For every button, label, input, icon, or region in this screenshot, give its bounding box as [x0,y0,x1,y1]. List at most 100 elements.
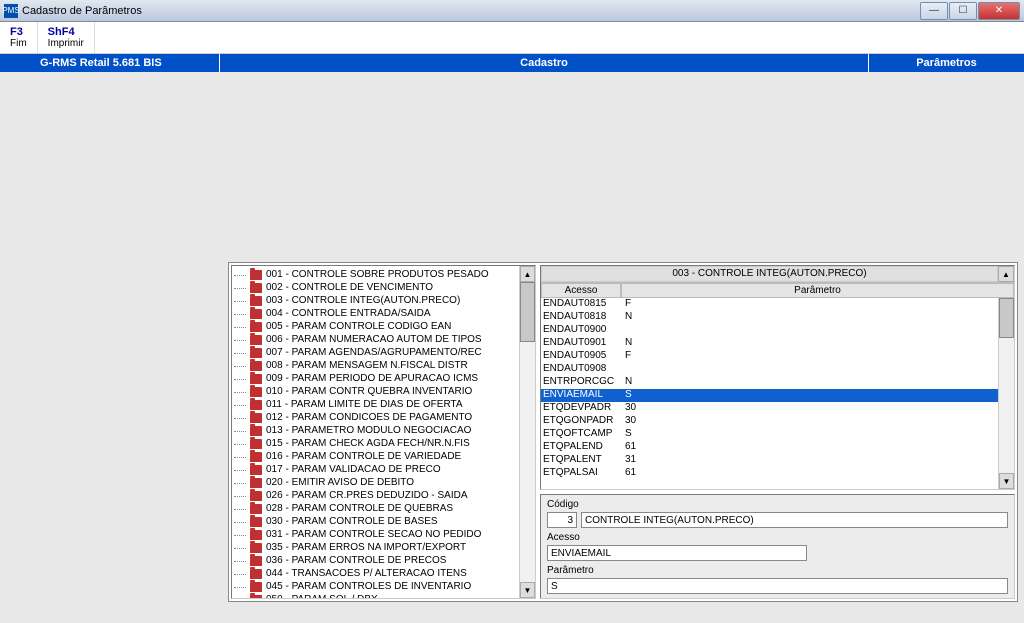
grid-scrollbar[interactable]: ▼ [998,298,1014,489]
tree-item[interactable]: 006 - PARAM NUMERACAO AUTOM DE TIPOS [232,333,519,346]
grid-row[interactable]: ETQOFTCAMPS [541,428,998,441]
shortcut-fim[interactable]: F3 Fim [0,22,38,53]
scroll-track[interactable] [999,298,1014,473]
tree-item[interactable]: 028 - PARAM CONTROLE DE QUEBRAS [232,502,519,515]
tree-item[interactable]: 050 - PARAM SQL / DBX [232,593,519,598]
folder-icon [250,556,262,566]
app-icon: PMS [4,4,18,18]
grid-row[interactable]: ETQDEVPADR30 [541,402,998,415]
tree-item[interactable]: 008 - PARAM MENSAGEM N.FISCAL DISTR [232,359,519,372]
cell-parametro [621,363,998,376]
tree-item[interactable]: 016 - PARAM CONTROLE DE VARIEDADE [232,450,519,463]
tree-item[interactable]: 031 - PARAM CONTROLE SECAO NO PEDIDO [232,528,519,541]
scroll-thumb[interactable] [520,282,535,342]
header-right: Parâmetros [869,54,1024,72]
grid-row[interactable]: ENDAUT0908 [541,363,998,376]
tree-scrollbar[interactable]: ▲ ▼ [519,266,535,598]
titlebar: PMS Cadastro de Parâmetros — ☐ ✕ [0,0,1024,22]
row-acesso [547,545,1008,561]
cell-acesso: ETQDEVPADR [541,402,621,415]
scroll-track[interactable] [520,282,535,582]
grid-rows[interactable]: ENDAUT0815FENDAUT0818NENDAUT0900ENDAUT09… [541,298,998,489]
close-button[interactable]: ✕ [978,2,1020,20]
grid-row[interactable]: ENDAUT0900 [541,324,998,337]
col-header-parametro[interactable]: Parâmetro [621,283,1014,298]
tree-item[interactable]: 026 - PARAM CR.PRES DEDUZIDO - SAIDA [232,489,519,502]
scroll-down-button[interactable]: ▼ [520,582,535,598]
grid-scroll-up[interactable]: ▲ [998,266,1014,282]
tree-item[interactable]: 004 - CONTROLE ENTRADA/SAIDA [232,307,519,320]
tree-item-label: 012 - PARAM CONDICOES DE PAGAMENTO [266,412,472,423]
right-column: 003 - CONTROLE INTEG(AUTON.PRECO) ▲ Aces… [540,265,1015,599]
scroll-down-button[interactable]: ▼ [999,473,1014,489]
tree-item-label: 002 - CONTROLE DE VENCIMENTO [266,282,433,293]
cell-parametro [621,324,998,337]
cell-acesso: ENDAUT0815 [541,298,621,311]
window-buttons: — ☐ ✕ [920,2,1020,20]
tree-item[interactable]: 013 - PARAMETRO MODULO NEGOCIACAO [232,424,519,437]
tree-item-label: 013 - PARAMETRO MODULO NEGOCIACAO [266,425,471,436]
tree-item[interactable]: 045 - PARAM CONTROLES DE INVENTARIO [232,580,519,593]
folder-icon [250,296,262,306]
tree-list[interactable]: 001 - CONTROLE SOBRE PRODUTOS PESADO002 … [232,266,519,598]
window-title: Cadastro de Parâmetros [22,5,920,17]
cell-acesso: ETQGONPADR [541,415,621,428]
tree-item[interactable]: 015 - PARAM CHECK AGDA FECH/NR.N.FIS [232,437,519,450]
tree-item-label: 011 - PARAM LIMITE DE DIAS DE OFERTA [266,399,463,410]
grid-row[interactable]: ENVIAEMAILS [541,389,998,402]
codigo-num-field[interactable] [547,512,577,528]
grid-row[interactable]: ENDAUT0818N [541,311,998,324]
col-header-acesso[interactable]: Acesso [541,283,621,298]
tree-item[interactable]: 017 - PARAM VALIDACAO DE PRECO [232,463,519,476]
cell-parametro: 61 [621,441,998,454]
grid-row[interactable]: ETQGONPADR30 [541,415,998,428]
tree-item-label: 009 - PARAM PERIODO DE APURACAO ICMS [266,373,478,384]
tree-item-label: 005 - PARAM CONTROLE CODIGO EAN [266,321,451,332]
codigo-desc-field[interactable] [581,512,1008,528]
grid-row[interactable]: ENDAUT0901N [541,337,998,350]
shortcut-imprimir[interactable]: ShF4 Imprimir [38,22,95,53]
header-bar: G-RMS Retail 5.681 BIS Cadastro Parâmetr… [0,54,1024,72]
grid-row[interactable]: ETQPALENT31 [541,454,998,467]
cell-acesso: ETQPALENT [541,454,621,467]
tree-item[interactable]: 003 - CONTROLE INTEG(AUTON.PRECO) [232,294,519,307]
folder-icon [250,595,262,599]
folder-icon [250,543,262,553]
tree-item[interactable]: 011 - PARAM LIMITE DE DIAS DE OFERTA [232,398,519,411]
maximize-button[interactable]: ☐ [949,2,977,20]
scroll-thumb[interactable] [999,298,1014,338]
folder-icon [250,517,262,527]
tree-item[interactable]: 012 - PARAM CONDICOES DE PAGAMENTO [232,411,519,424]
cell-acesso: ETQPALEND [541,441,621,454]
tree-item[interactable]: 044 - TRANSACOES P/ ALTERACAO ITENS [232,567,519,580]
parametro-field[interactable] [547,578,1008,594]
panel-container: 001 - CONTROLE SOBRE PRODUTOS PESADO002 … [228,262,1018,602]
tree-item[interactable]: 009 - PARAM PERIODO DE APURACAO ICMS [232,372,519,385]
label-acesso: Acesso [547,532,1008,543]
tree-item[interactable]: 036 - PARAM CONTROLE DE PRECOS [232,554,519,567]
tree-item[interactable]: 035 - PARAM ERROS NA IMPORT/EXPORT [232,541,519,554]
folder-icon [250,374,262,384]
grid-row[interactable]: ENDAUT0815F [541,298,998,311]
tree-item[interactable]: 020 - EMITIR AVISO DE DEBITO [232,476,519,489]
minimize-button[interactable]: — [920,2,948,20]
grid-row[interactable]: ENDAUT0905F [541,350,998,363]
grid-panel: 003 - CONTROLE INTEG(AUTON.PRECO) ▲ Aces… [540,265,1015,490]
tree-item[interactable]: 001 - CONTROLE SOBRE PRODUTOS PESADO [232,268,519,281]
acesso-field[interactable] [547,545,807,561]
tree-item[interactable]: 007 - PARAM AGENDAS/AGRUPAMENTO/REC [232,346,519,359]
tree-item[interactable]: 030 - PARAM CONTROLE DE BASES [232,515,519,528]
grid-row[interactable]: ENTRPORCGCN [541,376,998,389]
cell-acesso: ENTRPORCGC [541,376,621,389]
tree-item[interactable]: 005 - PARAM CONTROLE CODIGO EAN [232,320,519,333]
grid-row[interactable]: ETQPALEND61 [541,441,998,454]
tree-item-label: 016 - PARAM CONTROLE DE VARIEDADE [266,451,461,462]
folder-icon [250,530,262,540]
cell-acesso: ENDAUT0818 [541,311,621,324]
folder-icon [250,426,262,436]
grid-row[interactable]: ETQPALSAI61 [541,467,998,480]
cell-acesso: ENVIAEMAIL [541,389,621,402]
tree-item[interactable]: 010 - PARAM CONTR QUEBRA INVENTARIO [232,385,519,398]
tree-item[interactable]: 002 - CONTROLE DE VENCIMENTO [232,281,519,294]
scroll-up-button[interactable]: ▲ [520,266,535,282]
